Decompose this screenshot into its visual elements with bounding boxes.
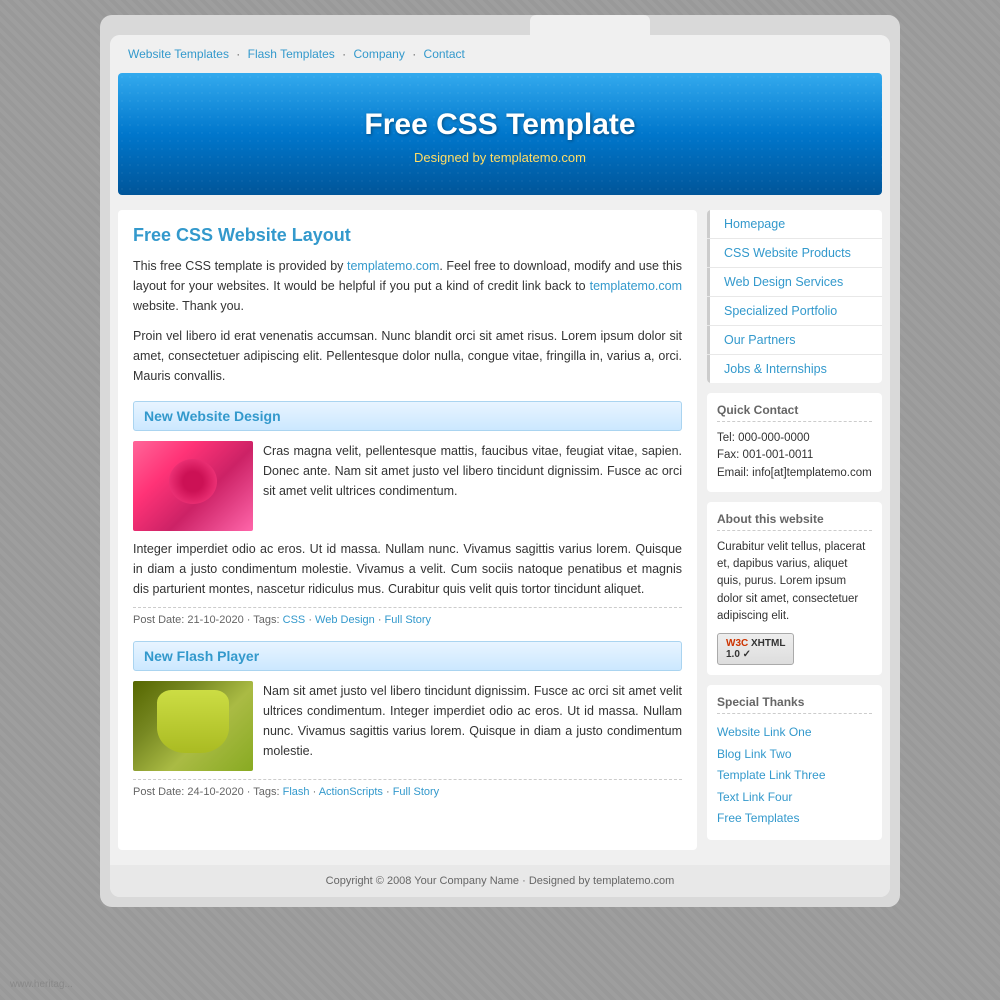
main-content: Free CSS Website Layout This free CSS te…: [118, 210, 697, 850]
sidebar-item-homepage[interactable]: Homepage: [707, 210, 882, 239]
nav-sep-2: ·: [342, 47, 349, 61]
sidebar-nav-list: Homepage CSS Website Products Web Design…: [707, 210, 882, 383]
article-1-title-bar: New Website Design: [133, 401, 682, 431]
article-1-image: [133, 441, 253, 531]
sidebar-about-box: About this website Curabitur velit tellu…: [707, 502, 882, 675]
article-2-body: Nam sit amet justo vel libero tincidunt …: [133, 681, 682, 771]
sidebar-item-jobs[interactable]: Jobs & Internships: [707, 355, 882, 383]
sidebar-link-homepage[interactable]: Homepage: [707, 210, 882, 238]
sidebar-link-partners[interactable]: Our Partners: [707, 326, 882, 354]
quick-contact-email: Email: info[at]templatemo.com: [717, 465, 872, 482]
banner: Free CSS Template Designed by templatemo…: [118, 73, 882, 195]
footer-text: Copyright © 2008 Your Company Name · Des…: [120, 875, 880, 887]
sidebar-item-partners[interactable]: Our Partners: [707, 326, 882, 355]
header-nav: Website Templates · Flash Templates · Co…: [110, 35, 890, 73]
special-thanks-heading: Special Thanks: [717, 695, 872, 714]
templatemo-link-1[interactable]: templatemo.com: [347, 259, 439, 273]
tab-top: [530, 15, 650, 35]
nav-flash-templates[interactable]: Flash Templates: [248, 47, 335, 61]
article-2-footer: Post Date: 24-10-2020 · Tags: Flash · Ac…: [133, 779, 682, 798]
special-thanks-link-2[interactable]: Blog Link Two: [717, 744, 872, 766]
article-1-tag-fullstory[interactable]: Full Story: [385, 614, 431, 626]
sidebar: Homepage CSS Website Products Web Design…: [707, 210, 882, 850]
nav-website-templates[interactable]: Website Templates: [128, 47, 229, 61]
nav-sep-1: ·: [236, 47, 243, 61]
sidebar-item-web-design[interactable]: Web Design Services: [707, 268, 882, 297]
article-2-text1: Nam sit amet justo vel libero tincidunt …: [263, 684, 682, 758]
article-1-text2: Integer imperdiet odio ac eros. Ut id ma…: [133, 539, 682, 599]
about-heading: About this website: [717, 512, 872, 531]
sidebar-nav: Homepage CSS Website Products Web Design…: [707, 210, 882, 383]
article-1-tag-webdesign[interactable]: Web Design: [315, 614, 375, 626]
article-2-tag-flash[interactable]: Flash: [283, 786, 310, 798]
banner-title: Free CSS Template: [138, 108, 862, 142]
special-thanks-link-4[interactable]: Text Link Four: [717, 787, 872, 809]
sidebar-item-css-products[interactable]: CSS Website Products: [707, 239, 882, 268]
sidebar-special-thanks-box: Special Thanks Website Link One Blog Lin…: [707, 685, 882, 840]
sidebar-item-portfolio[interactable]: Specialized Portfolio: [707, 297, 882, 326]
article-1-text: Cras magna velit, pellentesque mattis, f…: [263, 441, 682, 531]
w3c-text: W3C: [726, 638, 748, 649]
sidebar-link-css-products[interactable]: CSS Website Products: [707, 239, 882, 267]
sidebar-quick-contact: Quick Contact Tel: 000-000-0000 Fax: 001…: [707, 393, 882, 492]
article-1: New Website Design Cras magna velit, pel…: [133, 401, 682, 626]
nav-contact[interactable]: Contact: [424, 47, 465, 61]
sidebar-link-web-design[interactable]: Web Design Services: [707, 268, 882, 296]
w3c-badge: W3C XHTML1.0 ✓: [717, 633, 794, 665]
special-thanks-link-1[interactable]: Website Link One: [717, 722, 872, 744]
intro-paragraph-1: This free CSS template is provided by te…: [133, 256, 682, 316]
flower-pink-image: [133, 441, 253, 531]
intro-paragraph-2: Proin vel libero id erat venenatis accum…: [133, 326, 682, 386]
sidebar-special-thanks: Special Thanks Website Link One Blog Lin…: [707, 685, 882, 840]
article-1-date: 21-10-2020: [187, 614, 243, 626]
nav-sep-3: ·: [412, 47, 419, 61]
footer: Copyright © 2008 Your Company Name · Des…: [110, 865, 890, 897]
article-1-body: Cras magna velit, pellentesque mattis, f…: [133, 441, 682, 531]
article-2-date: 24-10-2020: [187, 786, 243, 798]
flower-yellow-image: [133, 681, 253, 771]
templatemo-link-2[interactable]: templatemo.com: [590, 279, 682, 293]
main-heading: Free CSS Website Layout: [133, 225, 682, 246]
article-2-tag-fullstory[interactable]: Full Story: [393, 786, 439, 798]
about-text: Curabitur velit tellus, placerat et, dap…: [717, 539, 872, 625]
banner-subtitle: Designed by templatemo.com: [138, 150, 862, 165]
sidebar-link-portfolio[interactable]: Specialized Portfolio: [707, 297, 882, 325]
outer-wrapper: Website Templates · Flash Templates · Co…: [100, 15, 900, 907]
article-1-text1: Cras magna velit, pellentesque mattis, f…: [263, 444, 682, 498]
article-2-text: Nam sit amet justo vel libero tincidunt …: [263, 681, 682, 771]
sidebar-link-jobs[interactable]: Jobs & Internships: [707, 355, 882, 383]
article-2-tag-actionscripts[interactable]: ActionScripts: [319, 786, 383, 798]
article-1-tag-css[interactable]: CSS: [283, 614, 306, 626]
quick-contact-fax: Fax: 001-001-0011: [717, 447, 872, 464]
special-thanks-link-5[interactable]: Free Templates: [717, 808, 872, 830]
article-2-title: New Flash Player: [144, 648, 671, 664]
nav-company[interactable]: Company: [353, 47, 404, 61]
quick-contact-tel: Tel: 000-000-0000: [717, 430, 872, 447]
sidebar-quick-contact-box: Quick Contact Tel: 000-000-0000 Fax: 001…: [707, 393, 882, 492]
sidebar-about: About this website Curabitur velit tellu…: [707, 502, 882, 675]
article-1-title: New Website Design: [144, 408, 671, 424]
article-2-title-bar: New Flash Player: [133, 641, 682, 671]
article-1-footer: Post Date: 21-10-2020 · Tags: CSS · Web …: [133, 607, 682, 626]
content-area: Free CSS Website Layout This free CSS te…: [110, 195, 890, 865]
article-2-image: [133, 681, 253, 771]
quick-contact-heading: Quick Contact: [717, 403, 872, 422]
special-thanks-link-3[interactable]: Template Link Three: [717, 765, 872, 787]
watermark: www.heritag...: [10, 979, 73, 990]
page-wrapper: Website Templates · Flash Templates · Co…: [110, 35, 890, 897]
article-2: New Flash Player Nam sit amet justo vel …: [133, 641, 682, 798]
